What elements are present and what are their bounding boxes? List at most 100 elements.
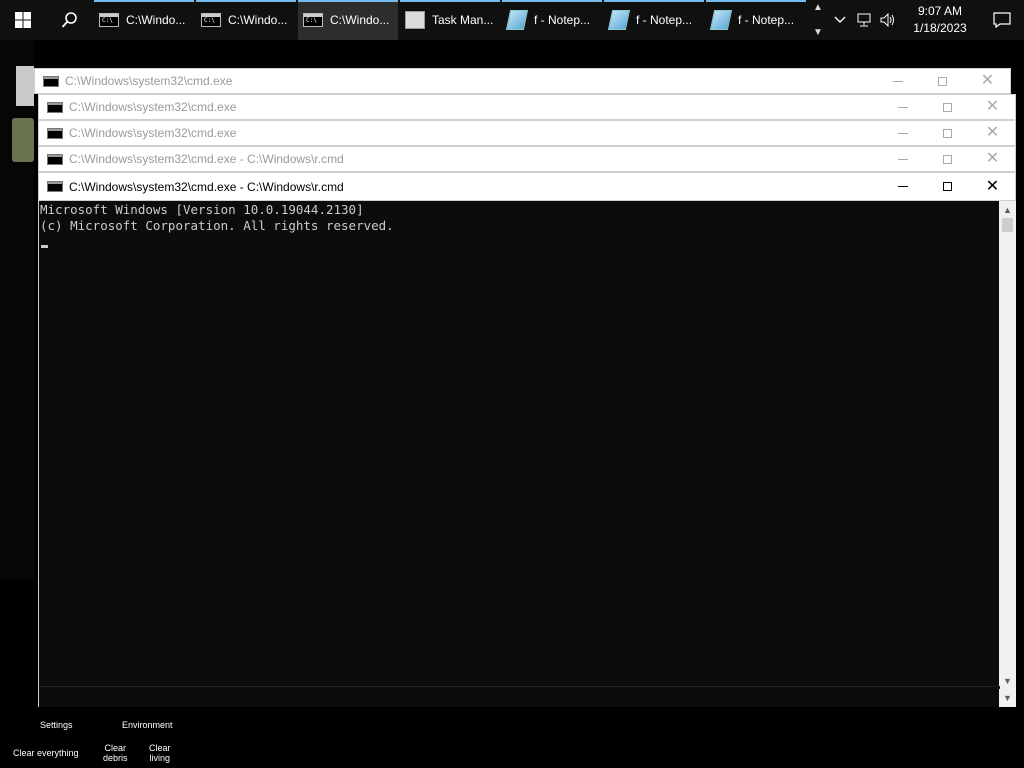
taskbar-item-label: C:\Windo... <box>126 13 186 27</box>
maximize-button[interactable] <box>920 68 965 94</box>
cmd-window-4-titlebar[interactable]: C:\Windows\system32\cmd.exe - C:\Windows… <box>38 146 1016 172</box>
taskbar-item-label: f - Notep... <box>534 13 591 27</box>
desktop-icon[interactable] <box>12 118 34 162</box>
close-button[interactable]: ✕ <box>970 174 1015 200</box>
cmd-window-active-titlebar[interactable]: C:\Windows\system32\cmd.exe - C:\Windows… <box>38 172 1016 201</box>
desktop-icon[interactable] <box>16 66 34 106</box>
taskbar-item-cmd-2[interactable]: C:\Windo... <box>196 0 296 40</box>
taskbar-item-label: f - Notep... <box>636 13 693 27</box>
window-title: C:\Windows\system32\cmd.exe <box>69 100 237 114</box>
running-indicator <box>400 0 500 2</box>
taskbar-item-label: f - Notep... <box>738 13 795 27</box>
running-indicator <box>94 0 194 2</box>
console-line: Microsoft Windows [Version 10.0.19044.21… <box>40 202 364 217</box>
clear-living-line1: Clear <box>149 743 171 753</box>
cmd-window-3-titlebar[interactable]: C:\Windows\system32\cmd.exe ✕ <box>38 120 1016 146</box>
vertical-scrollbar[interactable]: ▲ ▼ <box>999 201 1016 689</box>
maximize-icon <box>943 154 952 164</box>
taskbar-item-cmd-3[interactable]: C:\Windo... <box>298 0 398 40</box>
taskbar-item-label: C:\Windo... <box>228 13 288 27</box>
minimize-icon <box>897 186 908 187</box>
taskbar-item-label: Task Man... <box>432 13 494 27</box>
clear-debris-button[interactable]: Clear debris <box>103 743 128 763</box>
window-title: C:\Windows\system32\cmd.exe - C:\Windows… <box>69 179 344 194</box>
chevron-up-icon[interactable]: ▲ <box>813 2 823 13</box>
notepad-icon <box>607 9 631 31</box>
clear-debris-line1: Clear <box>104 743 127 753</box>
chevron-down-icon[interactable]: ▼ <box>813 27 823 38</box>
minimize-button[interactable] <box>875 68 920 94</box>
maximize-icon <box>943 128 952 138</box>
taskbar-item-notepad-2[interactable]: f - Notep... <box>604 0 704 40</box>
taskbar: C:\Windo... C:\Windo... C:\Windo... Task… <box>0 0 1024 40</box>
search-icon <box>61 12 77 28</box>
clear-living-line2: living <box>149 753 171 763</box>
cmd-icon <box>47 181 63 192</box>
minimize-button[interactable] <box>880 120 925 146</box>
taskbar-item-notepad-3[interactable]: f - Notep... <box>706 0 806 40</box>
minimize-icon <box>897 132 908 134</box>
network-icon[interactable] <box>852 0 876 40</box>
maximize-button[interactable] <box>925 120 970 146</box>
close-button[interactable]: ✕ <box>970 120 1015 146</box>
search-button[interactable] <box>46 0 94 40</box>
window-title: C:\Windows\system32\cmd.exe - C:\Windows… <box>69 152 344 166</box>
taskbar-item-notepad-1[interactable]: f - Notep... <box>502 0 602 40</box>
cmd-icon <box>200 9 222 31</box>
taskbar-item-cmd-1[interactable]: C:\Windo... <box>94 0 194 40</box>
scrollbar-thumb[interactable] <box>1002 218 1013 232</box>
scroll-down-arrow-icon[interactable]: ▼ <box>999 672 1016 689</box>
running-indicator <box>196 0 296 2</box>
scroll-up-arrow-icon[interactable]: ▲ <box>999 201 1016 218</box>
clock-time: 9:07 AM <box>917 4 963 18</box>
text-cursor <box>41 245 48 248</box>
cmd-icon <box>43 75 59 87</box>
running-indicator <box>298 0 398 2</box>
cmd-window-1-titlebar[interactable]: C:\Windows\system32\cmd.exe ✕ <box>34 68 1011 94</box>
close-button[interactable]: ✕ <box>970 146 1015 172</box>
action-center-button[interactable] <box>980 0 1024 40</box>
console-body[interactable]: Microsoft Windows [Version 10.0.19044.21… <box>38 201 1016 707</box>
maximize-icon <box>943 182 952 191</box>
scroll-down-arrow-icon[interactable]: ▼ <box>999 689 1016 707</box>
task-manager-icon <box>404 9 426 31</box>
taskbar-item-label: C:\Windo... <box>330 13 390 27</box>
minimize-icon <box>897 106 908 108</box>
windows-logo-icon <box>15 12 31 28</box>
maximize-button[interactable] <box>925 174 970 200</box>
close-button[interactable]: ✕ <box>970 94 1015 120</box>
environment-label[interactable]: Environment <box>122 720 173 730</box>
notepad-icon <box>709 9 733 31</box>
notepad-icon <box>505 9 529 31</box>
console-line: (c) Microsoft Corporation. All rights re… <box>40 218 394 233</box>
console-output: Microsoft Windows [Version 10.0.19044.21… <box>40 202 394 234</box>
clear-living-button[interactable]: Clear living <box>149 743 171 763</box>
running-indicator <box>604 0 704 2</box>
settings-label[interactable]: Settings <box>40 720 73 730</box>
window-title: C:\Windows\system32\cmd.exe <box>69 126 237 140</box>
cmd-window-2-titlebar[interactable]: C:\Windows\system32\cmd.exe ✕ <box>38 94 1016 120</box>
show-hidden-icons-chevron-icon[interactable] <box>828 0 852 40</box>
cmd-icon <box>47 127 63 139</box>
cmd-icon <box>47 153 63 165</box>
minimize-button[interactable] <box>880 94 925 120</box>
close-icon: ✕ <box>985 124 1000 141</box>
clear-everything-button[interactable]: Clear everything <box>13 748 79 758</box>
window-title: C:\Windows\system32\cmd.exe <box>65 74 233 88</box>
minimize-button[interactable] <box>880 174 925 200</box>
maximize-icon <box>938 76 947 86</box>
close-icon: ✕ <box>985 98 1000 115</box>
minimize-button[interactable] <box>880 146 925 172</box>
clear-debris-line2: debris <box>103 753 128 763</box>
maximize-button[interactable] <box>925 94 970 120</box>
maximize-button[interactable] <box>925 146 970 172</box>
taskbar-scroll[interactable]: ▲ ▼ <box>808 0 828 40</box>
close-button[interactable]: ✕ <box>965 68 1010 94</box>
volume-icon[interactable] <box>876 0 900 40</box>
clock[interactable]: 9:07 AM 1/18/2023 <box>900 0 980 40</box>
start-button[interactable] <box>0 0 46 40</box>
minimize-icon <box>897 158 908 160</box>
system-tray: 9:07 AM 1/18/2023 <box>828 0 1024 40</box>
close-icon: ✕ <box>985 177 1000 195</box>
taskbar-item-task-manager[interactable]: Task Man... <box>400 0 500 40</box>
